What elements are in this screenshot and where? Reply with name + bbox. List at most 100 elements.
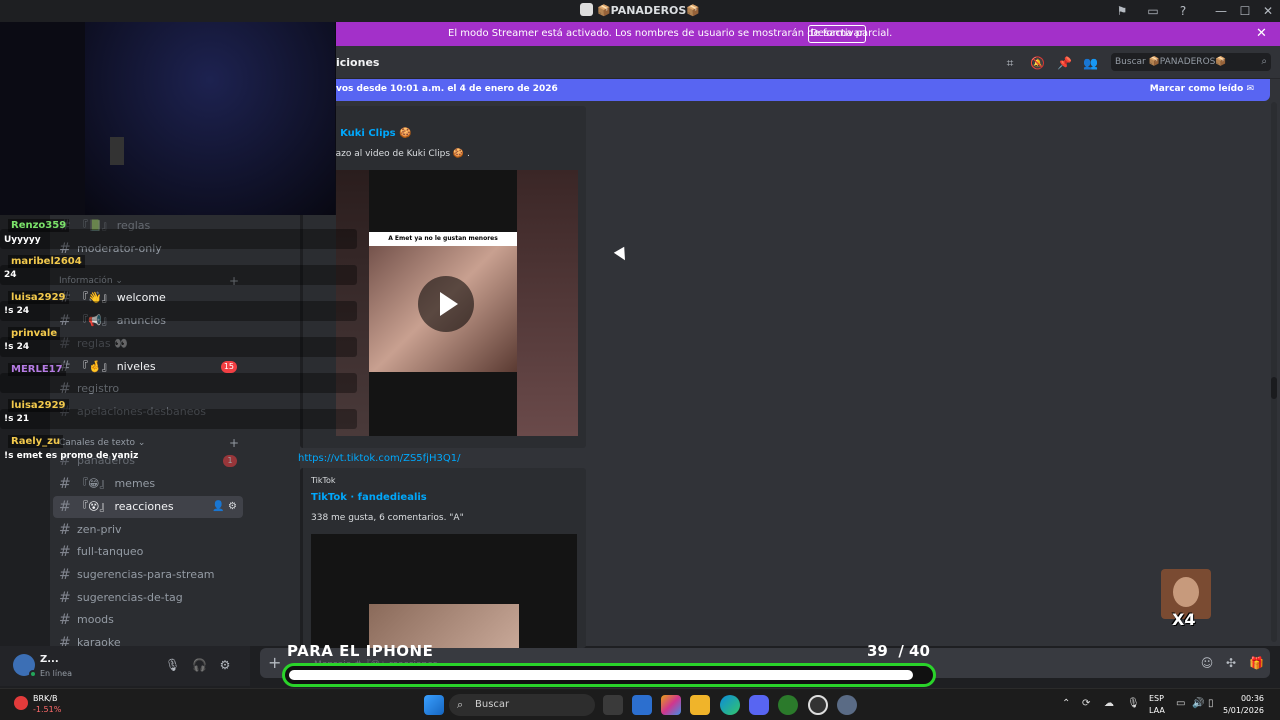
app-icon-green[interactable]	[778, 695, 798, 715]
discord-icon[interactable]	[749, 695, 769, 715]
volume-icon[interactable]: 🔊	[1192, 698, 1204, 709]
video-thumbnail[interactable]: A Emet ya no le gustan menores	[336, 170, 578, 436]
goal-label: PARA EL IPHONE	[287, 642, 434, 660]
chat-username: maribel2604	[8, 255, 85, 268]
language-indicator[interactable]: ESP LAA	[1149, 693, 1165, 717]
chat-username: Renzo359	[8, 219, 70, 232]
sidebar-item-sugerencias-para-stream[interactable]: # sugerencias-para-stream	[53, 564, 243, 586]
task-view-icon[interactable]	[603, 695, 623, 715]
goal-progress-fill	[289, 670, 913, 680]
sidebar-item-memes[interactable]: # 『😁』 memes	[53, 473, 243, 495]
play-icon[interactable]	[418, 276, 474, 332]
mark-read-button[interactable]: Marcar como leído ✉	[1150, 84, 1254, 94]
deactivate-button[interactable]: Desactivar	[808, 25, 866, 43]
close-window-button[interactable]: ✕	[1256, 2, 1280, 20]
chat-username: luisa2929	[8, 291, 69, 304]
hash-icon: #	[59, 499, 71, 515]
emote-face	[1173, 577, 1199, 607]
scroll-thumb[interactable]	[1271, 377, 1277, 399]
embed-title[interactable]: TikTok · fandediealis	[311, 492, 427, 503]
obs-icon[interactable]	[808, 695, 828, 715]
clock-date: 5/01/2026	[1223, 706, 1265, 715]
pin-icon[interactable]: 📌	[1057, 56, 1072, 70]
video-thumbnail[interactable]	[311, 534, 577, 648]
chat-message: !s emet es promo de yaniz	[4, 451, 139, 461]
taskbar-search[interactable]: ⌕ Buscar	[449, 694, 595, 716]
search-input[interactable]: Buscar 📦PANADEROS📦 ⌕	[1111, 53, 1271, 71]
username[interactable]: Z...	[40, 654, 59, 665]
edge-icon[interactable]	[720, 695, 740, 715]
sidebar-item-label: sugerencias-de-tag	[77, 591, 183, 604]
sidebar-item-label: sugerencias-para-stream	[77, 568, 215, 581]
sidebar-item-label: reacciones	[114, 500, 174, 513]
search-icon: ⌕	[1261, 56, 1267, 67]
gift-icon[interactable]: 🎁	[1249, 656, 1264, 670]
mark-read-label: Marcar como leído	[1149, 84, 1244, 94]
chat-backdrop	[0, 301, 357, 321]
stock-widget[interactable]: BRK/B -1.51%	[33, 694, 61, 714]
new-messages-bar[interactable]: vos desde 10:01 a.m. el 4 de enero de 20…	[300, 79, 1270, 101]
hash-icon: #	[59, 544, 71, 560]
inbox-icon[interactable]: ▭	[1146, 4, 1160, 18]
chat-backdrop	[0, 265, 357, 285]
channel-prefix: 『😵』	[77, 500, 111, 513]
chat-message: !s 24	[4, 342, 30, 352]
chat-scrollbar[interactable]	[1271, 102, 1277, 642]
title-bar: 📦PANADEROS📦 ⚑ ▭ ? — ☐ ✕	[0, 0, 1280, 22]
stock-change: -1.51%	[33, 705, 62, 714]
threads-icon[interactable]: ⌗	[1003, 56, 1017, 70]
tiktok-embed: TikTok TikTok · fandediealis 338 me gust…	[300, 468, 586, 648]
embed-provider: TikTok	[311, 476, 336, 485]
network-icon[interactable]: ▭	[1176, 698, 1185, 709]
tray-chevron-icon[interactable]: ⌃	[1062, 698, 1070, 709]
channel-settings-icon[interactable]: 👤 ⚙	[212, 496, 237, 518]
sidebar-item-label: memes	[114, 477, 156, 490]
minimize-button[interactable]: —	[1209, 2, 1233, 20]
maximize-button[interactable]: ☐	[1233, 2, 1257, 20]
settings-app-icon[interactable]	[837, 695, 857, 715]
stream-chat-overlay: Renzo359 Uyyyyy maribel2604 24 luisa2929 !s 2…	[0, 215, 357, 465]
apps-icon[interactable]: ✣	[1224, 656, 1238, 670]
mute-icon[interactable]: 🔕	[1030, 56, 1045, 70]
stock-name: BRK/B	[33, 694, 58, 703]
close-icon[interactable]: ✕	[1256, 26, 1267, 41]
chat-message: Uyyyyy	[4, 235, 41, 245]
emoji-icon[interactable]: ☺	[1200, 656, 1214, 670]
chat-username: prinvale	[8, 327, 61, 340]
channel-header: iciones ⌗ 🔕 📌 👥 Buscar 📦PANADEROS📦 ⌕	[300, 46, 1280, 79]
file-explorer-icon[interactable]	[690, 695, 710, 715]
sidebar-item-moods[interactable]: # moods	[53, 609, 243, 631]
sidebar-item-label: zen-priv	[77, 523, 122, 536]
chat-backdrop	[0, 373, 357, 393]
sync-icon[interactable]: ⟳	[1082, 698, 1090, 709]
copilot-icon[interactable]	[661, 695, 681, 715]
message-link[interactable]: https://vt.tiktok.com/ZS5fjH3Q1/	[298, 453, 460, 464]
store-icon[interactable]	[632, 695, 652, 715]
sidebar-item-zen-priv[interactable]: # zen-priv	[53, 519, 243, 541]
sidebar-item-label: full-tanqueo	[77, 545, 144, 558]
battery-icon[interactable]: ▯	[1208, 698, 1214, 709]
windows-start-icon[interactable]	[424, 695, 444, 715]
taskbar: BRK/B -1.51% ⌕ Buscar ⌃ ⟳ ☁ 🎙 ESP LAA ▭ 🔊 ▯…	[0, 688, 1280, 720]
sidebar-item-full-tanqueo[interactable]: # full-tanqueo	[53, 541, 243, 563]
help-icon[interactable]: ?	[1176, 4, 1190, 18]
members-icon[interactable]: 👥	[1083, 56, 1098, 70]
microphone-icon[interactable]: 🎙	[165, 658, 180, 672]
flag-icon[interactable]: ⚑	[1115, 4, 1129, 18]
lang-code: ESP	[1149, 694, 1164, 703]
cloud-icon[interactable]: ☁	[1104, 698, 1114, 709]
sidebar-item-reacciones[interactable]: # 『😵』 reacciones 👤 ⚙	[53, 496, 243, 518]
clock[interactable]: 00:36 5/01/2026	[1223, 693, 1264, 717]
mic-tray-icon[interactable]: 🎙	[1127, 698, 1140, 709]
headphones-icon[interactable]: 🎧	[192, 658, 207, 672]
attach-icon[interactable]: +	[268, 653, 281, 672]
sidebar-item-label: moods	[77, 613, 114, 626]
thumb-blur-right	[517, 170, 578, 436]
search-placeholder: Buscar 📦PANADEROS📦	[1115, 57, 1227, 67]
hash-icon: #	[59, 567, 71, 583]
goal-count: 39 / 40	[867, 642, 930, 660]
webcam-overlay	[0, 22, 336, 215]
chat-message: !s 21	[4, 414, 30, 424]
settings-icon[interactable]: ⚙	[218, 658, 232, 672]
sidebar-item-sugerencias-de-tag[interactable]: # sugerencias-de-tag	[53, 587, 243, 609]
